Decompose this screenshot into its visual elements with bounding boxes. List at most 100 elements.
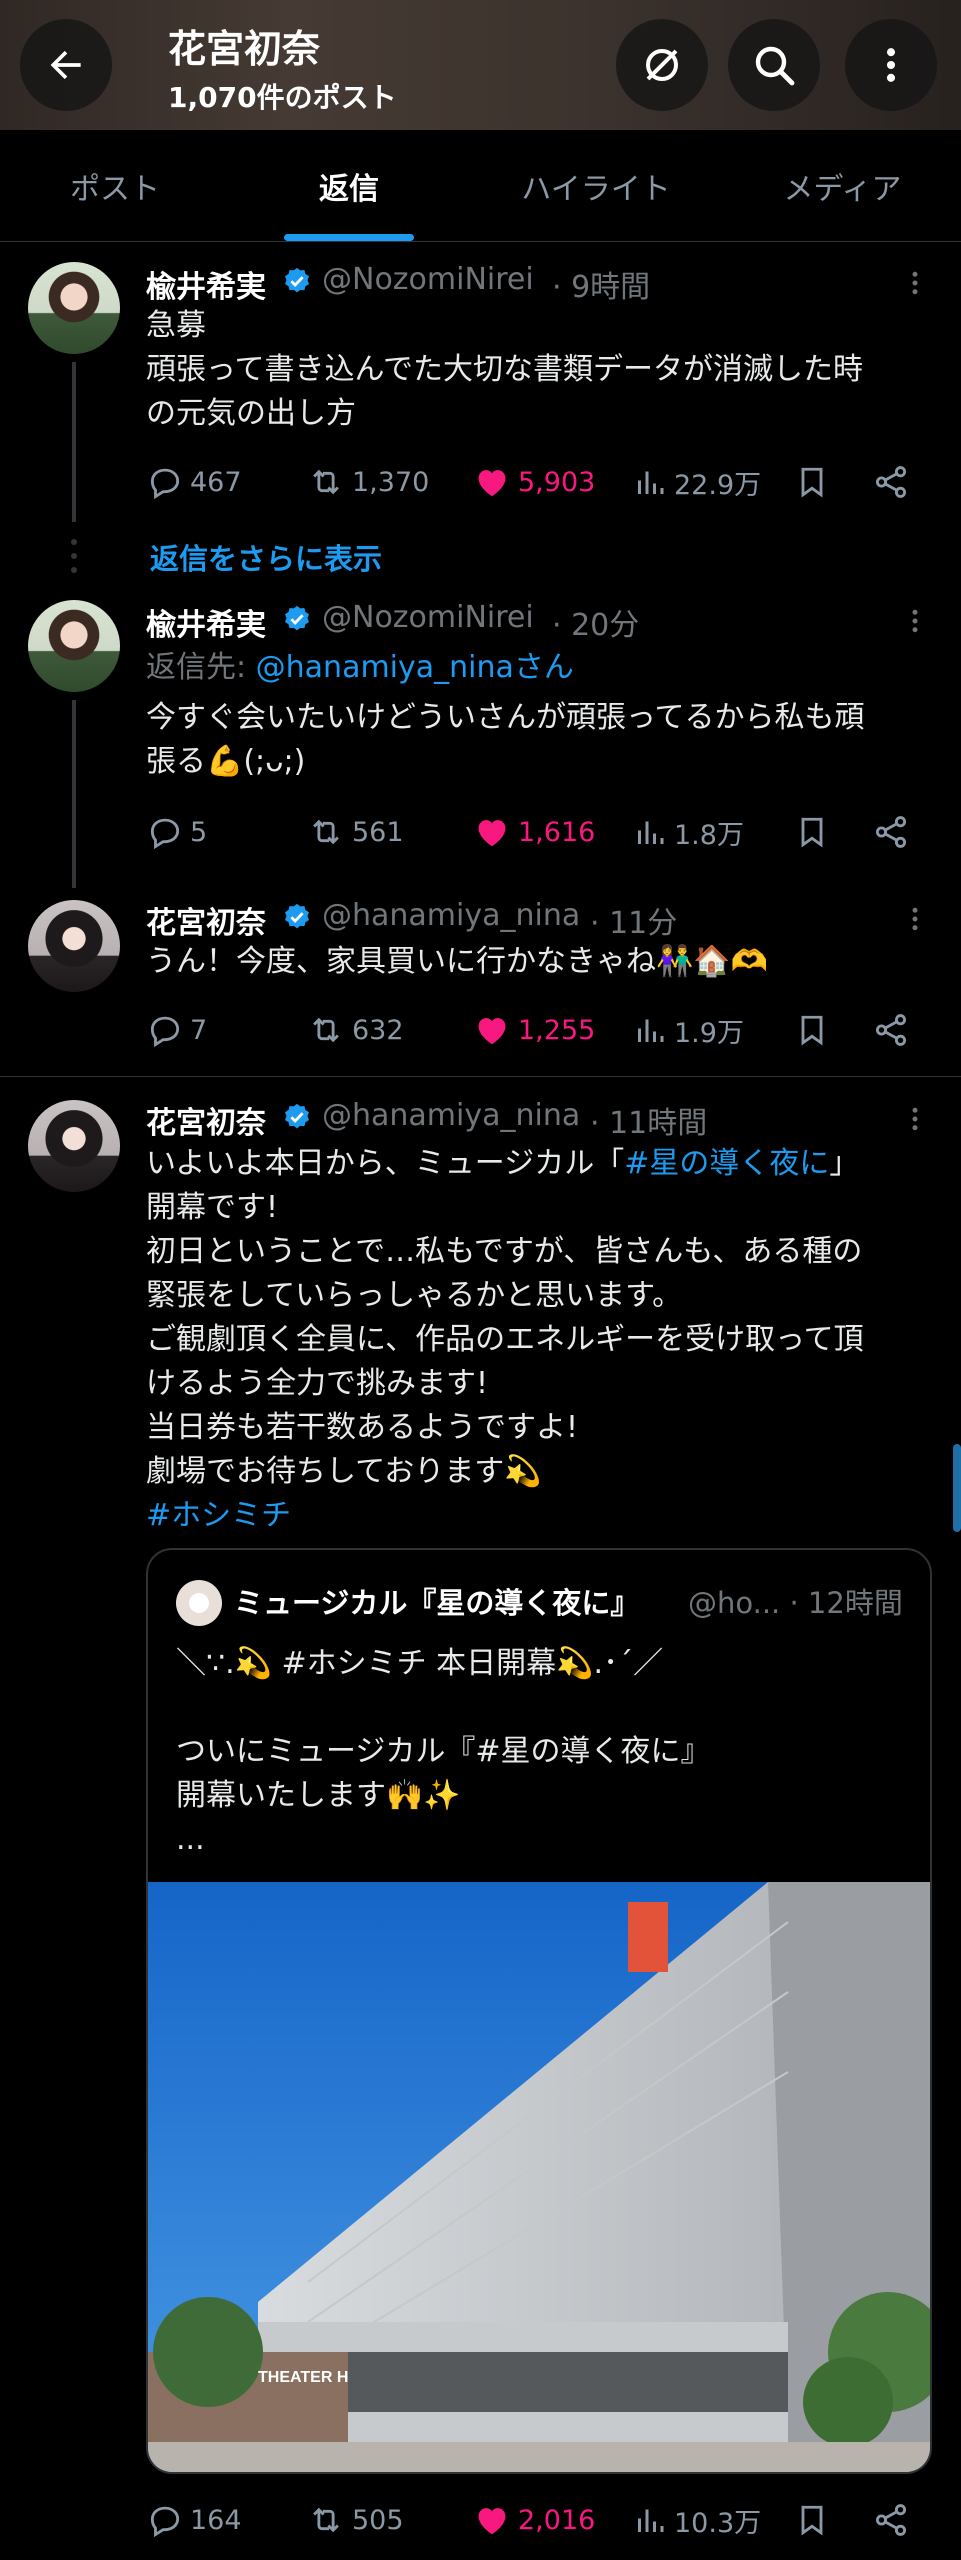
bookmark-button[interactable] [794, 810, 830, 854]
tweet-author-name[interactable]: 花宮初奈 [146, 1098, 266, 1142]
verified-badge-icon [285, 1103, 309, 1129]
avatar[interactable] [28, 1100, 120, 1192]
back-button[interactable] [20, 19, 112, 111]
view-count: 10.3万 [674, 2507, 762, 2539]
tab-media[interactable]: メディア [724, 130, 961, 242]
tweet-text-line: の元気の出し方 [146, 396, 356, 431]
share-icon [875, 2504, 907, 2536]
more-vertical-icon[interactable] [900, 904, 930, 934]
views-button[interactable]: 1.9万 [632, 1008, 744, 1052]
quoted-tweet-card[interactable]: ミュージカル『星の導く夜に』 @ho... · 12時間 ＼∵.💫 #ホシミチ … [146, 1548, 932, 2474]
quoted-author-name: ミュージカル『星の導く夜に』 [234, 1586, 640, 1620]
share-button[interactable] [872, 2498, 910, 2542]
tweet-text-line: いよいよ本日から、ミュージカル「#星の導く夜に」 [146, 1142, 859, 1186]
tweet-time[interactable]: · 9時間 [552, 262, 650, 306]
retweet-count: 561 [352, 816, 404, 848]
unfollow-button[interactable] [616, 19, 708, 111]
tweet-time[interactable]: · 11分 [590, 898, 677, 942]
tweet-author-handle[interactable]: @hanamiya_nina [322, 1098, 580, 1133]
share-icon [875, 466, 907, 498]
reply-button[interactable]: 7 [146, 1008, 207, 1052]
views-chart-icon [638, 471, 664, 494]
like-button[interactable]: 1,616 [472, 810, 595, 854]
reply-icon [150, 468, 180, 500]
scrollbar-thumb[interactable] [953, 1444, 961, 1532]
tweet-text-line: 初日ということで…私もですが、皆さんも、ある種の [146, 1234, 863, 1269]
tab-highlights[interactable]: ハイライト [468, 130, 724, 242]
reply-to-handle-link[interactable]: @hanamiya_ninaさん [256, 650, 574, 685]
tab-replies[interactable]: 返信 [230, 130, 468, 242]
retweet-button[interactable]: 505 [306, 2498, 404, 2542]
heart-filled-icon [478, 2508, 506, 2535]
more-button[interactable] [845, 19, 937, 111]
bookmark-icon [801, 2505, 823, 2536]
views-button[interactable]: 10.3万 [632, 2498, 761, 2542]
heart-filled-icon [478, 470, 506, 497]
search-button[interactable] [728, 19, 820, 111]
tweet-author-name[interactable]: 楡井希実 [146, 262, 266, 306]
views-button[interactable]: 1.8万 [632, 810, 744, 854]
tweet-actions: 467 1,370 5,903 22.9万 [146, 460, 926, 504]
bookmark-button[interactable] [794, 1008, 830, 1052]
like-button[interactable]: 5,903 [472, 460, 595, 504]
hashtag-link[interactable]: #星の導く夜に [624, 1146, 829, 1181]
retweet-button[interactable]: 561 [306, 810, 404, 854]
tab-posts[interactable]: ポスト [0, 130, 230, 242]
verified-badge-icon [285, 267, 309, 293]
tweet-author-name[interactable]: 花宮初奈 [146, 898, 266, 942]
show-more-replies-link[interactable]: 返信をさらに表示 [150, 536, 382, 578]
bookmark-button[interactable] [794, 460, 830, 504]
share-button[interactable] [872, 460, 910, 504]
theater-building-image: THEATER H [148, 1882, 930, 2472]
bookmark-button[interactable] [794, 2498, 830, 2542]
tweet-time[interactable]: · 20分 [552, 600, 639, 644]
share-icon [875, 1014, 907, 1046]
tweet-text-line: 急募 [146, 308, 206, 343]
reply-button[interactable]: 5 [146, 810, 207, 854]
tweet-text-line: 緊張をしていらっしゃるかと思います。 [146, 1278, 683, 1313]
quoted-text-line: 開幕いたします🙌✨ [176, 1778, 461, 1813]
verified-badge-icon [285, 903, 309, 929]
hashtag-link[interactable]: #ホシミチ [146, 1494, 291, 1538]
search-icon [755, 46, 795, 86]
reply-button[interactable]: 164 [146, 2498, 242, 2542]
retweet-icon [313, 1017, 339, 1043]
thread-dots [71, 539, 77, 573]
reply-button[interactable]: 467 [146, 460, 242, 504]
quoted-avatar [176, 1580, 222, 1626]
views-button[interactable]: 22.9万 [632, 460, 761, 504]
reply-to-label: 返信先: [146, 650, 256, 685]
tweet-actions: 7 632 1,255 1.9万 [146, 1008, 926, 1052]
theater-photo[interactable]: THEATER H [148, 1882, 930, 2472]
more-vertical-icon[interactable] [900, 606, 930, 636]
like-button[interactable]: 2,016 [472, 2498, 595, 2542]
heart-filled-icon [478, 1018, 506, 1045]
thread-line [72, 700, 76, 888]
retweet-count: 632 [352, 1014, 404, 1046]
more-vertical-icon[interactable] [900, 1104, 930, 1134]
tweet-text-line: 頑張って書き込んでた大切な書類データが消滅した時 [146, 352, 863, 387]
tweet-actions: 5 561 1,616 1.8万 [146, 810, 926, 854]
like-count: 1,616 [518, 816, 596, 848]
avatar[interactable] [28, 600, 120, 692]
view-count: 1.9万 [674, 1017, 744, 1049]
views-chart-icon [638, 2509, 664, 2532]
tweet-author-handle[interactable]: @NozomiNirei [322, 600, 534, 635]
tweet-author-handle[interactable]: @hanamiya_nina [322, 898, 580, 933]
tweet-time[interactable]: · 11時間 [590, 1098, 707, 1142]
retweet-button[interactable]: 1,370 [306, 460, 429, 504]
tweet-author-name[interactable]: 楡井希実 [146, 600, 266, 644]
like-button[interactable]: 1,255 [472, 1008, 595, 1052]
share-button[interactable] [872, 810, 910, 854]
profile-header: 花宮初奈 1,070件のポスト [0, 0, 961, 130]
quoted-text-line: ＼∵.💫 #ホシミチ 本日開幕💫.･´／ [176, 1646, 664, 1681]
avatar[interactable] [28, 262, 120, 354]
retweet-icon [313, 2507, 339, 2533]
share-button[interactable] [872, 1008, 910, 1052]
more-vertical-icon[interactable] [900, 268, 930, 298]
tweet-text-line: けるよう全力で挑みます! [146, 1366, 489, 1401]
retweet-button[interactable]: 632 [306, 1008, 404, 1052]
like-count: 5,903 [518, 466, 596, 498]
tweet-author-handle[interactable]: @NozomiNirei [322, 262, 534, 297]
avatar[interactable] [28, 900, 120, 992]
